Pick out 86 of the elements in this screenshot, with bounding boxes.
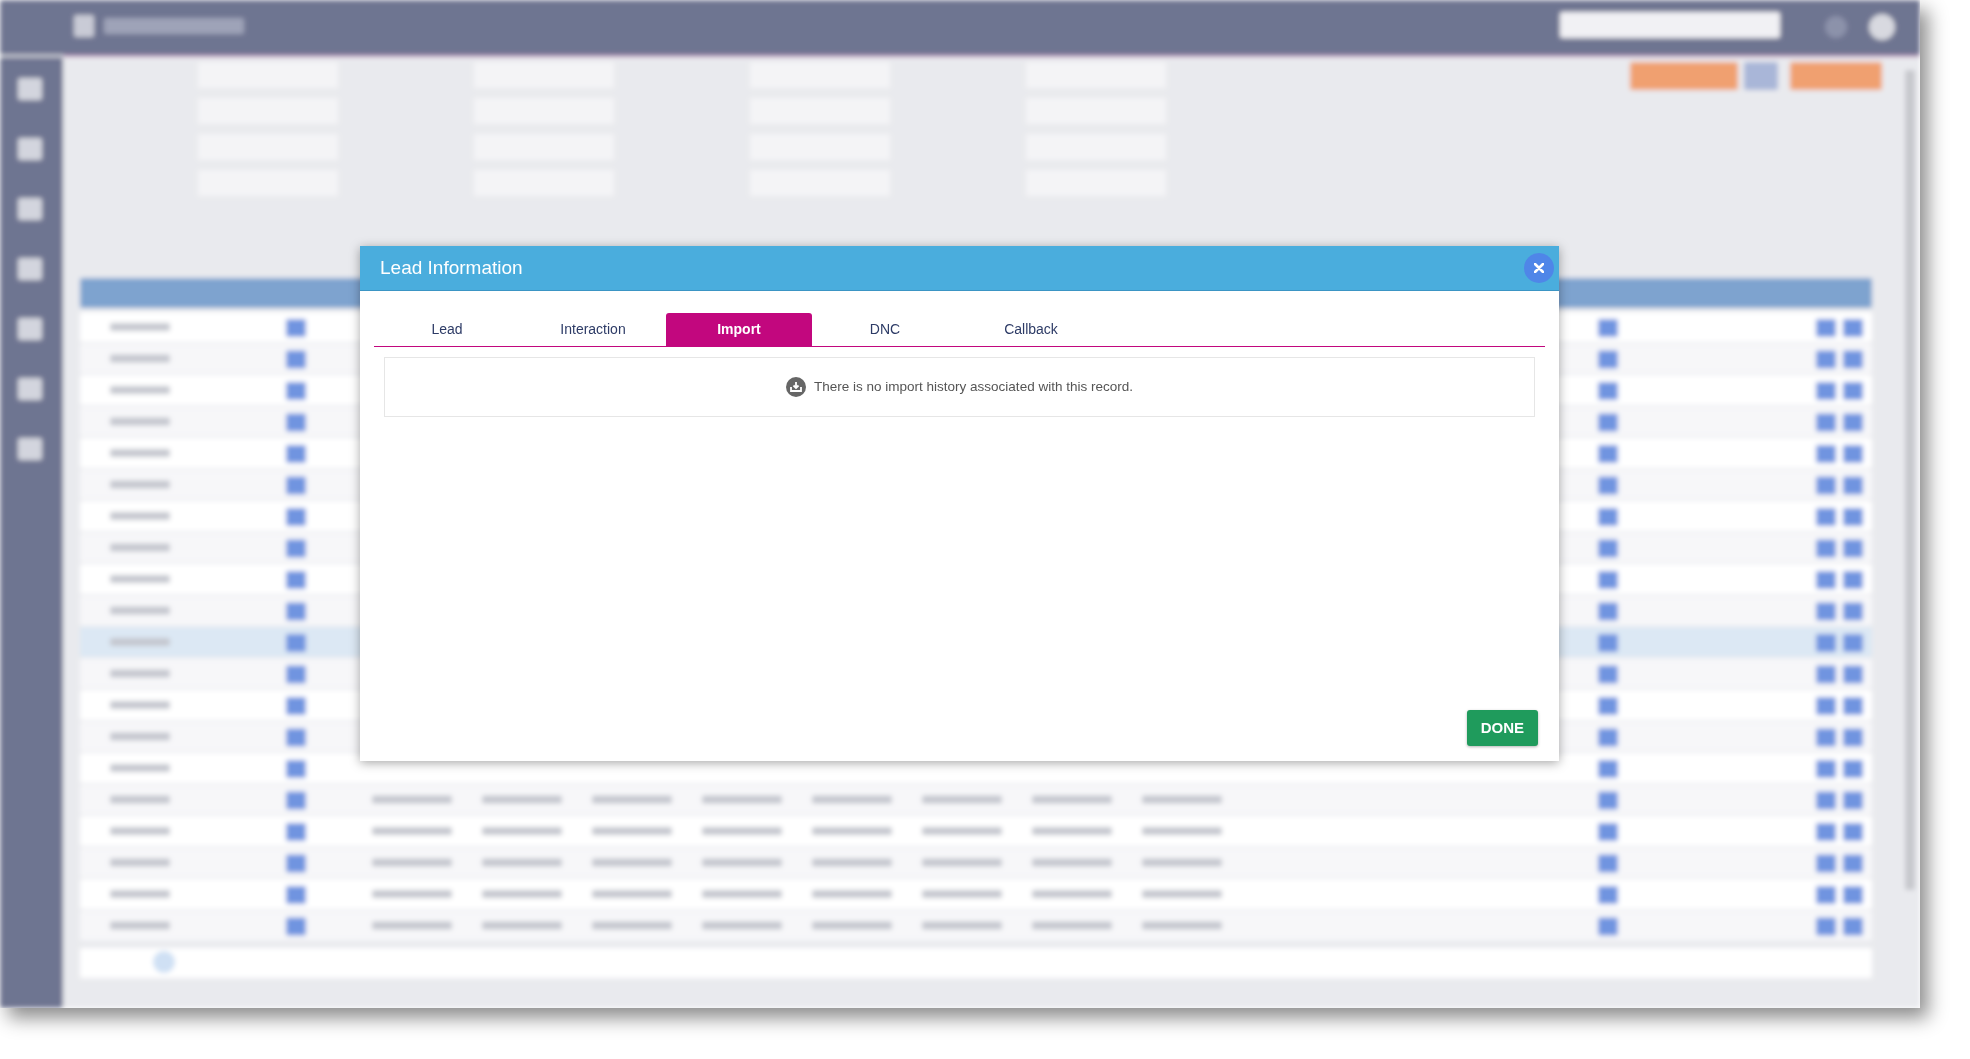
row-action-icon[interactable] xyxy=(286,508,306,526)
sidebar-icon[interactable] xyxy=(18,378,42,400)
table-cell xyxy=(110,512,170,520)
table-cell xyxy=(110,417,170,426)
table-cell xyxy=(110,669,170,678)
sidebar-icon[interactable] xyxy=(18,138,42,160)
table-cell xyxy=(110,480,170,489)
table-cell xyxy=(110,543,170,552)
row-action-icon[interactable] xyxy=(1816,634,1836,652)
row-action-icon[interactable] xyxy=(1816,445,1836,463)
empty-message: There is no import history associated with this record. xyxy=(814,377,1133,396)
row-action-icon[interactable] xyxy=(1598,382,1618,400)
close-icon xyxy=(1534,263,1544,273)
sidebar-icon[interactable] xyxy=(18,258,42,280)
tab[interactable]: DNC xyxy=(812,313,958,346)
tab[interactable]: Lead xyxy=(374,313,520,346)
table-cell xyxy=(110,921,170,930)
table-cell xyxy=(110,323,170,331)
row-action-icon[interactable] xyxy=(286,445,306,463)
row-action-icon[interactable] xyxy=(1598,319,1618,337)
row-action-icon[interactable] xyxy=(286,571,306,589)
row-action-icon[interactable] xyxy=(286,634,306,652)
tab[interactable]: Interaction xyxy=(520,313,666,346)
row-action-icon[interactable] xyxy=(1843,445,1863,463)
download-button[interactable] xyxy=(1630,62,1738,90)
row-action-icon[interactable] xyxy=(1816,508,1836,526)
row-action-icon[interactable] xyxy=(1843,382,1863,400)
row-action-icon[interactable] xyxy=(1816,319,1836,337)
table-cell xyxy=(110,858,170,867)
done-button[interactable]: DONE xyxy=(1466,709,1538,746)
tab[interactable]: Callback xyxy=(958,313,1104,346)
row-action-icon[interactable] xyxy=(1598,634,1618,652)
row-action-icon[interactable] xyxy=(1843,886,1863,904)
row-action-icon[interactable] xyxy=(1843,697,1863,715)
table-cell xyxy=(110,890,170,898)
table-cell xyxy=(110,354,170,363)
row-action-icon[interactable] xyxy=(1843,571,1863,589)
sidebar-icon[interactable] xyxy=(18,438,42,460)
scrollbar[interactable] xyxy=(1905,70,1915,890)
table-cell xyxy=(110,575,170,583)
row-action-icon[interactable] xyxy=(1816,886,1836,904)
row-action-icon[interactable] xyxy=(286,760,306,778)
table-cell xyxy=(110,701,170,709)
sidebar-icon[interactable] xyxy=(18,198,42,220)
sidebar-icon[interactable] xyxy=(18,78,42,100)
row-action-icon[interactable] xyxy=(1843,508,1863,526)
table-cell xyxy=(110,827,170,835)
dialog-title: Lead Information xyxy=(380,255,523,280)
row-action-icon[interactable] xyxy=(286,886,306,904)
row-action-icon[interactable] xyxy=(286,697,306,715)
search-field[interactable] xyxy=(1560,12,1780,38)
sidebar-icon[interactable] xyxy=(18,318,42,340)
row-action-icon[interactable] xyxy=(1598,571,1618,589)
row-action-icon[interactable] xyxy=(1816,382,1836,400)
help-icon[interactable] xyxy=(1825,16,1847,38)
import-icon xyxy=(786,377,807,397)
table-cell xyxy=(110,449,170,457)
columns-button[interactable] xyxy=(1744,62,1778,90)
tab[interactable]: Import xyxy=(666,313,812,346)
row-action-icon[interactable] xyxy=(1816,760,1836,778)
row-action-icon[interactable] xyxy=(1843,319,1863,337)
row-action-icon[interactable] xyxy=(1843,634,1863,652)
row-action-icon[interactable] xyxy=(1598,760,1618,778)
table-cell xyxy=(110,795,170,804)
row-action-icon[interactable] xyxy=(1598,697,1618,715)
row-action-icon[interactable] xyxy=(286,382,306,400)
row-action-icon[interactable] xyxy=(1598,445,1618,463)
row-action-icon[interactable] xyxy=(1598,886,1618,904)
row-action-icon[interactable] xyxy=(1816,823,1836,841)
avatar-icon[interactable] xyxy=(1869,14,1895,40)
row-action-icon[interactable] xyxy=(1843,760,1863,778)
page-button[interactable] xyxy=(153,951,175,973)
row-action-icon[interactable] xyxy=(1843,823,1863,841)
row-action-icon[interactable] xyxy=(286,823,306,841)
row-action-icon[interactable] xyxy=(1598,823,1618,841)
table-cell xyxy=(110,638,170,646)
page-icon xyxy=(74,15,94,37)
row-action-icon[interactable] xyxy=(286,319,306,337)
table-cell xyxy=(110,732,170,741)
table-cell xyxy=(110,386,170,394)
table-cell xyxy=(110,764,170,772)
table-cell xyxy=(110,606,170,615)
row-action-icon[interactable] xyxy=(1816,697,1836,715)
row-action-icon[interactable] xyxy=(1598,508,1618,526)
row-action-icon[interactable] xyxy=(1816,571,1836,589)
search-button[interactable] xyxy=(1790,62,1882,90)
